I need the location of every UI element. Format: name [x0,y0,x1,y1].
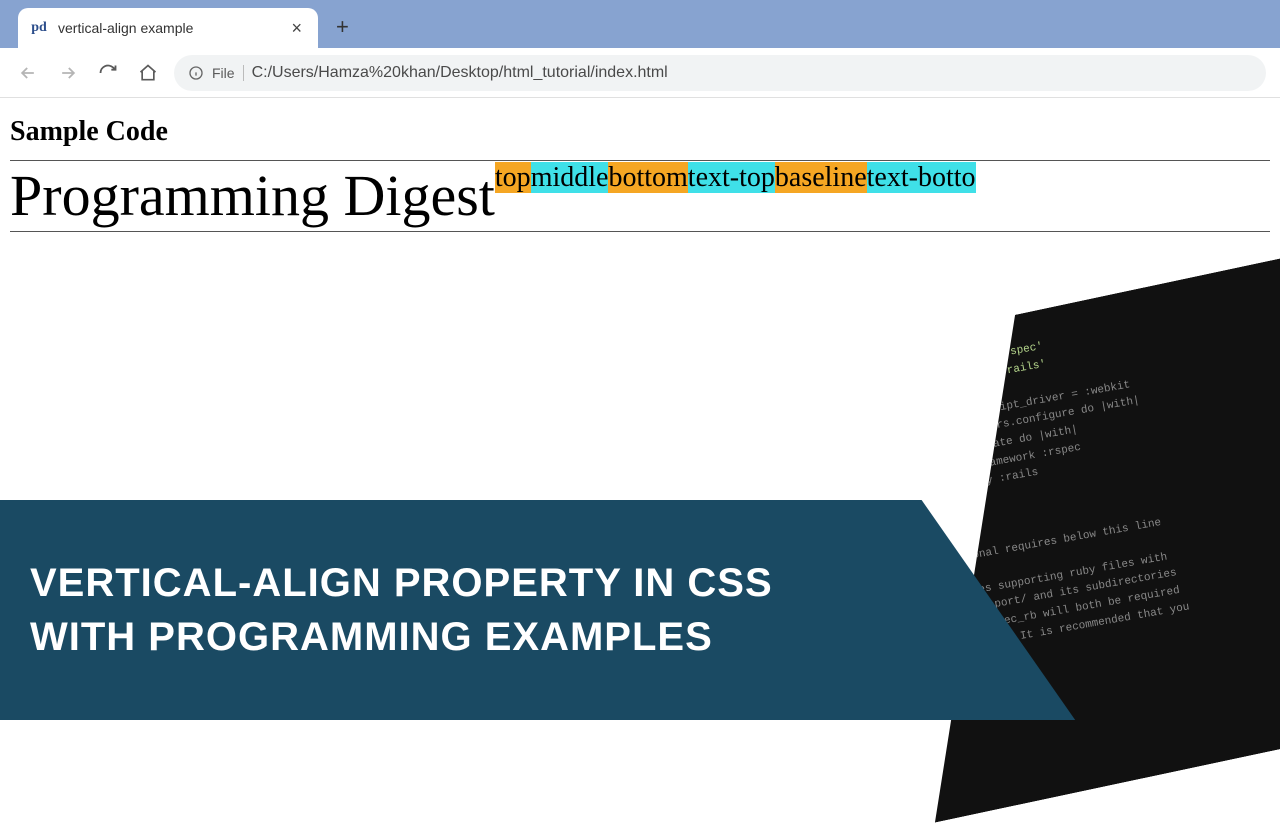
va-span-top: top [495,162,531,193]
page-heading: Sample Code [10,116,1270,148]
va-span-text-botto: text-botto [867,162,976,193]
nav-toolbar: File C:/Users/Hamza%20khan/Desktop/html_… [0,48,1280,98]
home-button[interactable] [134,59,162,87]
new-tab-button[interactable]: + [336,14,349,40]
browser-tab[interactable]: pd vertical-align example × [18,8,318,48]
vertical-align-demo: Programming Digesttopmiddlebottomtext-to… [10,160,1270,232]
close-icon[interactable]: × [287,18,306,39]
back-button[interactable] [14,59,42,87]
va-span-text-top: text-top [688,162,775,193]
address-bar[interactable]: File C:/Users/Hamza%20khan/Desktop/html_… [174,55,1266,91]
favicon-icon: pd [30,19,48,37]
va-span-bottom: bottom [608,162,687,193]
url-scheme-label: File [212,65,244,81]
tab-title: vertical-align example [58,20,277,36]
page-body: Sample Code Programming Digesttopmiddleb… [0,98,1280,250]
url-text: C:/Users/Hamza%20khan/Desktop/html_tutor… [252,64,668,82]
va-span-baseline: baseline [775,162,867,193]
forward-button[interactable] [54,59,82,87]
info-icon [188,65,204,81]
reload-button[interactable] [94,59,122,87]
va-span-middle: middle [531,162,609,193]
tab-strip: pd vertical-align example × + [0,0,1280,48]
demo-big-text: Programming Digest [10,163,495,228]
